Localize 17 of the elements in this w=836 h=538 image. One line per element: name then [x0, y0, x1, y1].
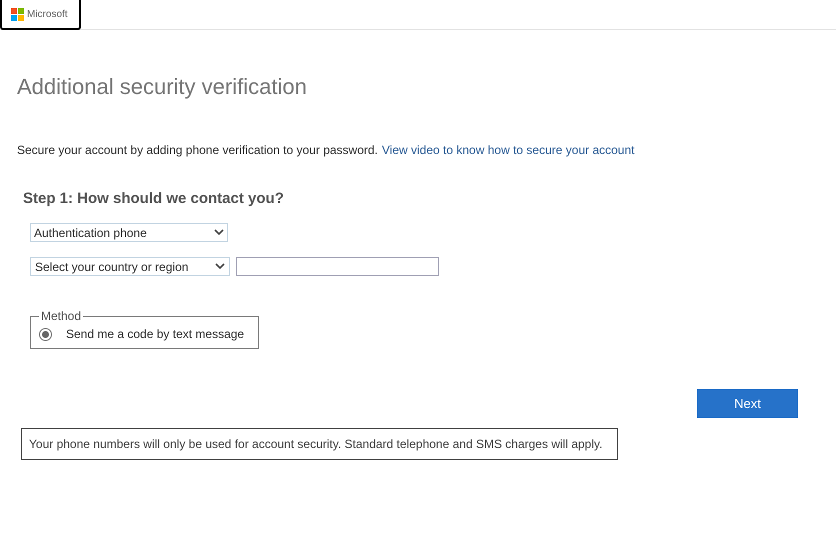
radio-button[interactable] [39, 328, 52, 340]
next-button[interactable]: Next [697, 389, 798, 418]
notice-box: Your phone numbers will only be used for account security. Standard telephone and SMS charges will apply. [21, 428, 618, 460]
windows-logo-icon [11, 8, 24, 20]
country-select[interactable]: Select your country or region [30, 257, 230, 276]
page-title: Additional security verification [17, 73, 308, 101]
phone-number-field[interactable] [236, 257, 439, 276]
step-heading: Step 1: How should we contact you? [23, 189, 285, 209]
logo-text: Microsoft [27, 8, 68, 22]
method-legend: Method [39, 307, 84, 325]
video-link[interactable]: View video to know how to secure your account [382, 142, 634, 158]
radio-label: Send me a code by text message [66, 326, 244, 343]
logo[interactable]: Microsoft [0, 0, 81, 30]
contact-method-select[interactable]: Authentication phone [30, 223, 228, 242]
chevron-down-icon [215, 263, 225, 270]
chevron-down-icon [214, 229, 224, 236]
intro-text: Secure your account by adding phone verification to your password. [17, 142, 378, 158]
